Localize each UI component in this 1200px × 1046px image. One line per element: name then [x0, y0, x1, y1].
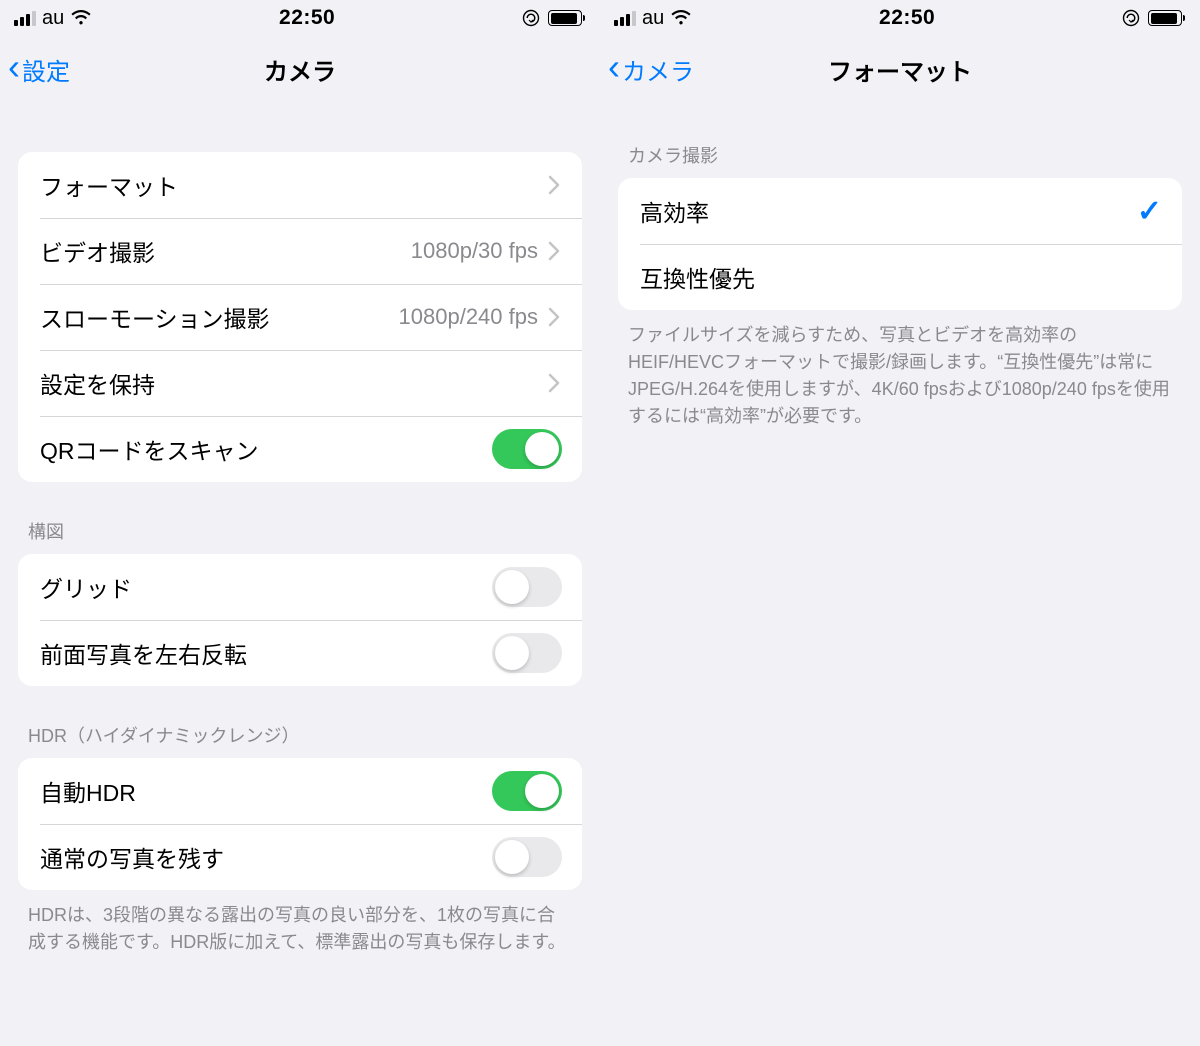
clock-time: 22:50: [279, 6, 335, 30]
row-label: QRコードをスキャン: [40, 432, 492, 466]
clock-time: 22:50: [879, 6, 935, 30]
page-title: カメラ: [264, 52, 336, 87]
row-label: フォーマット: [40, 168, 548, 202]
section-header-hdr: HDR（ハイダイナミックレンジ）: [0, 722, 600, 758]
row-value: 1080p/240 fps: [399, 304, 538, 330]
nav-bar: ‹ カメラ フォーマット: [600, 36, 1200, 102]
wifi-icon: [70, 10, 92, 26]
row-label: 設定を保持: [40, 366, 548, 400]
chevron-right-icon: [548, 174, 562, 196]
back-label: 設定: [22, 52, 70, 87]
hdr-footer-text: HDRは、3段階の異なる露出の写真の良い部分を、1枚の写真に合成する機能です。H…: [0, 902, 600, 956]
phone-format-settings: au 22:50 ‹ カメラ フォーマット カメラ撮影 高効率 ✓: [600, 0, 1200, 1046]
row-high-efficiency[interactable]: 高効率 ✓: [618, 178, 1182, 244]
row-preserve-settings[interactable]: 設定を保持: [18, 350, 582, 416]
grid-toggle[interactable]: [492, 567, 562, 607]
back-button[interactable]: ‹ カメラ: [608, 36, 694, 102]
chevron-right-icon: [548, 306, 562, 328]
row-auto-hdr: 自動HDR: [18, 758, 582, 824]
row-label: 前面写真を左右反転: [40, 636, 492, 670]
keep-normal-toggle[interactable]: [492, 837, 562, 877]
row-label: グリッド: [40, 570, 492, 604]
chevron-right-icon: [548, 372, 562, 394]
checkmark-icon: ✓: [1137, 194, 1162, 229]
group-main: フォーマット ビデオ撮影 1080p/30 fps スローモーション撮影 108…: [18, 152, 582, 482]
carrier-label: au: [42, 7, 64, 30]
row-most-compatible[interactable]: 互換性優先: [618, 244, 1182, 310]
phone-camera-settings: au 22:50 ‹ 設定 カメラ フォーマット ビデオ撮影: [0, 0, 600, 1046]
mirror-toggle[interactable]: [492, 633, 562, 673]
nav-bar: ‹ 設定 カメラ: [0, 36, 600, 102]
row-slomo[interactable]: スローモーション撮影 1080p/240 fps: [18, 284, 582, 350]
row-qr-scan: QRコードをスキャン: [18, 416, 582, 482]
section-header-capture: カメラ撮影: [600, 142, 1200, 178]
battery-icon: [1148, 10, 1182, 26]
chevron-right-icon: [548, 240, 562, 262]
row-mirror-front: 前面写真を左右反転: [18, 620, 582, 686]
row-label: 互換性優先: [640, 260, 1162, 294]
status-bar: au 22:50: [0, 0, 600, 36]
row-value: 1080p/30 fps: [411, 238, 538, 264]
page-title: フォーマット: [828, 52, 972, 87]
row-label: 高効率: [640, 194, 1137, 228]
group-capture-format: 高効率 ✓ 互換性優先: [618, 178, 1182, 310]
back-label: カメラ: [622, 52, 694, 87]
orientation-lock-icon: [522, 9, 540, 27]
row-video[interactable]: ビデオ撮影 1080p/30 fps: [18, 218, 582, 284]
cellular-signal-icon: [614, 10, 636, 26]
group-composition: グリッド 前面写真を左右反転: [18, 554, 582, 686]
carrier-label: au: [642, 7, 664, 30]
row-keep-normal: 通常の写真を残す: [18, 824, 582, 890]
cellular-signal-icon: [14, 10, 36, 26]
battery-icon: [548, 10, 582, 26]
row-label: スローモーション撮影: [40, 300, 399, 334]
section-header-composition: 構図: [0, 518, 600, 554]
wifi-icon: [670, 10, 692, 26]
row-label: 通常の写真を残す: [40, 840, 492, 874]
row-label: 自動HDR: [40, 774, 492, 808]
row-grid: グリッド: [18, 554, 582, 620]
qr-toggle[interactable]: [492, 429, 562, 469]
format-footer-text: ファイルサイズを減らすため、写真とビデオを高効率のHEIF/HEVCフォーマット…: [600, 322, 1200, 430]
orientation-lock-icon: [1122, 9, 1140, 27]
row-label: ビデオ撮影: [40, 234, 411, 268]
status-bar: au 22:50: [600, 0, 1200, 36]
group-hdr: 自動HDR 通常の写真を残す: [18, 758, 582, 890]
back-button[interactable]: ‹ 設定: [8, 36, 70, 102]
row-format[interactable]: フォーマット: [18, 152, 582, 218]
auto-hdr-toggle[interactable]: [492, 771, 562, 811]
